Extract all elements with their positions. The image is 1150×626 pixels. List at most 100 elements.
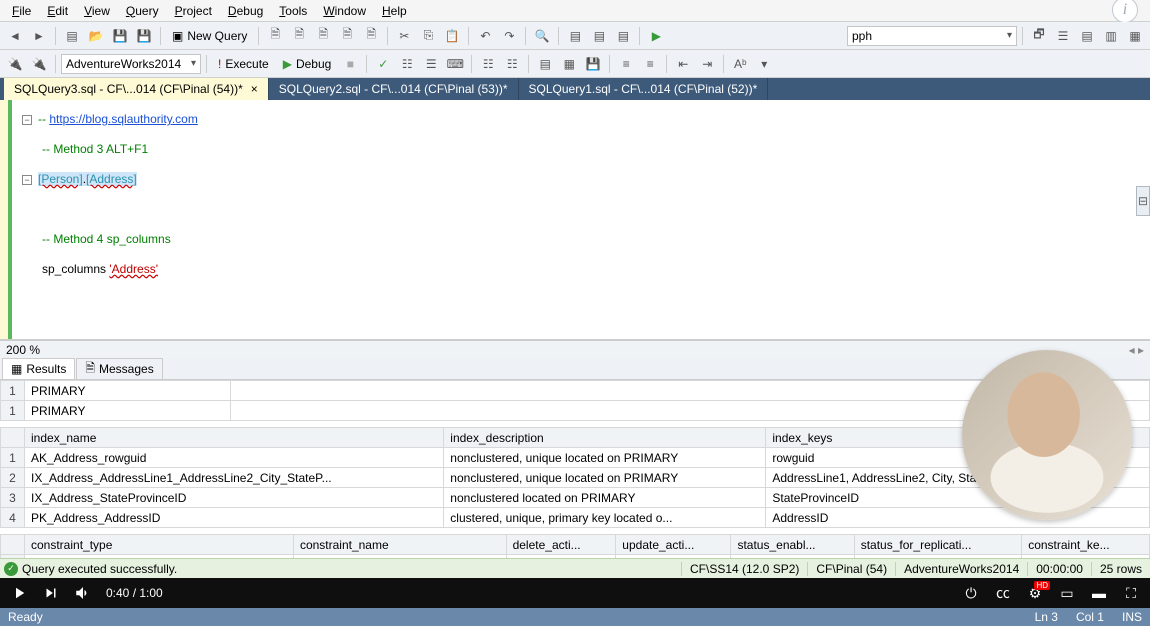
find-icon[interactable]: 🔍 (531, 25, 553, 47)
nav-back-icon[interactable]: ◄ (4, 25, 26, 47)
undo-icon[interactable]: ↶ (474, 25, 496, 47)
intellisense-icon[interactable]: ⌨ (444, 53, 466, 75)
cut-icon[interactable]: ✂ (393, 25, 415, 47)
captions-icon[interactable]: ㏄ (994, 584, 1012, 602)
video-time: 0:40 / 1:00 (106, 586, 163, 600)
results-grid-icon[interactable]: ▦ (558, 53, 580, 75)
col-constraint-type[interactable]: constraint_type (25, 535, 294, 555)
outline-icon[interactable]: ▾ (753, 53, 775, 75)
col-status-enabled[interactable]: status_enabl... (731, 535, 854, 555)
cell[interactable]: PRIMARY (25, 401, 231, 421)
col-status-replication[interactable]: status_for_replicati... (854, 535, 1021, 555)
tab-sqlquery1[interactable]: SQLQuery1.sql - CF\...014 (CF\Pinal (52)… (519, 78, 769, 100)
paste-icon[interactable]: 📋 (441, 25, 463, 47)
side-panel-handle[interactable]: ⊟ (1136, 186, 1150, 216)
results-file-icon[interactable]: 💾 (582, 53, 604, 75)
database-combo-value: AdventureWorks2014 (66, 57, 181, 71)
code-url-link[interactable]: https://blog.sqlauthority.com (49, 112, 198, 126)
registered-servers-icon[interactable]: ☰ (1052, 25, 1074, 47)
copy-icon[interactable]: ⎘ (417, 25, 439, 47)
properties-icon[interactable]: ▦ (1124, 25, 1146, 47)
col-constraint-keys[interactable]: constraint_ke... (1022, 535, 1150, 555)
template-icon[interactable]: ▥ (1100, 25, 1122, 47)
cancel-query-icon[interactable]: ■ (339, 53, 361, 75)
new-query-button[interactable]: ▣ New Query (166, 29, 253, 43)
results-text-icon[interactable]: ▤ (534, 53, 556, 75)
close-icon[interactable]: × (251, 82, 258, 96)
menu-tools[interactable]: Tools (271, 2, 315, 20)
decrease-indent-icon[interactable]: ⇤ (672, 53, 694, 75)
play-icon[interactable] (10, 584, 28, 602)
menu-file[interactable]: File (4, 2, 39, 20)
sql-editor[interactable]: −-- https://blog.sqlauthority.com -- Met… (0, 100, 1150, 340)
fullscreen-icon[interactable]: ⛶ (1122, 584, 1140, 602)
mdx-icon[interactable]: 🗎 (312, 25, 334, 47)
db-engine-query-icon[interactable]: 🗎 (264, 25, 286, 47)
col-delete-action[interactable]: delete_acti... (506, 535, 616, 555)
settings-icon[interactable]: ⚙HD (1026, 584, 1044, 602)
tab-sqlquery2[interactable]: SQLQuery2.sql - CF\...014 (CF\Pinal (53)… (269, 78, 519, 100)
comment-icon[interactable]: ▤ (564, 25, 586, 47)
redo-icon[interactable]: ↷ (498, 25, 520, 47)
database-combo[interactable]: AdventureWorks2014 (61, 54, 201, 74)
menu-help[interactable]: Help (374, 2, 415, 20)
theater-icon[interactable]: ▬ (1090, 584, 1108, 602)
include-stats-icon[interactable]: ☷ (501, 53, 523, 75)
next-icon[interactable] (42, 584, 60, 602)
grid-constraints[interactable]: constraint_type constraint_name delete_a… (0, 534, 1150, 558)
menu-edit[interactable]: Edit (39, 2, 76, 20)
specify-values-icon[interactable]: Aᵇ (729, 53, 751, 75)
menu-view[interactable]: View (76, 2, 118, 20)
object-explorer-icon[interactable]: ▤ (1076, 25, 1098, 47)
miniplayer-icon[interactable]: ▭ (1058, 584, 1076, 602)
col-update-action[interactable]: update_acti... (616, 535, 731, 555)
debug-button[interactable]: ▶ Debug (277, 57, 338, 71)
status-ready: Ready (8, 610, 43, 624)
cell[interactable]: PRIMARY (25, 381, 231, 401)
fold-icon[interactable]: − (22, 175, 32, 185)
dmx-icon[interactable]: 🗎 (336, 25, 358, 47)
parse-icon[interactable]: ✓ (372, 53, 394, 75)
indent-icon[interactable]: ▤ (612, 25, 634, 47)
toolbar-sql: 🔌 🔌 AdventureWorks2014 ! Execute ▶ Debug… (0, 50, 1150, 78)
save-icon[interactable]: 💾 (109, 25, 131, 47)
uncomment-icon[interactable]: ▤ (588, 25, 610, 47)
nav-fwd-icon[interactable]: ► (28, 25, 50, 47)
connect-icon[interactable]: 🔌 (4, 53, 26, 75)
volume-icon[interactable] (74, 584, 92, 602)
execute-icon: ! (218, 57, 221, 71)
code-area[interactable]: −-- https://blog.sqlauthority.com -- Met… (12, 100, 1150, 339)
autoplay-toggle-icon[interactable]: ⏻ (962, 584, 980, 602)
tab-sqlquery3[interactable]: SQLQuery3.sql - CF\...014 (CF\Pinal (54)… (4, 78, 269, 100)
change-connection-icon[interactable]: 🔌 (28, 53, 50, 75)
fold-icon[interactable]: − (22, 115, 32, 125)
menu-query[interactable]: Query (118, 2, 167, 20)
tab-messages[interactable]: 🗎 Messages (76, 358, 162, 379)
tab-sqlquery3-label: SQLQuery3.sql - CF\...014 (CF\Pinal (54)… (14, 82, 243, 96)
menu-debug[interactable]: Debug (220, 2, 271, 20)
start-icon[interactable]: ▶ (645, 25, 667, 47)
save-all-icon[interactable]: 💾 (133, 25, 155, 47)
tab-results[interactable]: ▦ Results (2, 358, 75, 379)
query-options-icon[interactable]: ☰ (420, 53, 442, 75)
col-constraint-name[interactable]: constraint_name (293, 535, 506, 555)
analysis-icon[interactable]: 🗎 (288, 25, 310, 47)
include-actual-plan-icon[interactable]: ☷ (477, 53, 499, 75)
uncomment-sel-icon[interactable]: ≡ (639, 53, 661, 75)
col-index-name[interactable]: index_name (25, 428, 444, 448)
estimated-plan-icon[interactable]: ☷ (396, 53, 418, 75)
open-file-icon[interactable]: 📂 (85, 25, 107, 47)
col-index-description[interactable]: index_description (444, 428, 766, 448)
zoom-level[interactable]: 200 % (6, 343, 40, 357)
info-icon[interactable]: i (1112, 0, 1138, 23)
comment-sel-icon[interactable]: ≡ (615, 53, 637, 75)
new-project-icon[interactable]: ▤ (61, 25, 83, 47)
xmla-icon[interactable]: 🗎 (360, 25, 382, 47)
increase-indent-icon[interactable]: ⇥ (696, 53, 718, 75)
quick-launch-input[interactable]: pph (847, 26, 1017, 46)
execute-button[interactable]: ! Execute (212, 57, 275, 71)
menu-project[interactable]: Project (167, 2, 220, 20)
activity-icon[interactable]: 🗗 (1028, 25, 1050, 47)
menu-window[interactable]: Window (315, 2, 374, 20)
toolbar-main: ◄ ► ▤ 📂 💾 💾 ▣ New Query 🗎 🗎 🗎 🗎 🗎 ✂ ⎘ 📋 … (0, 22, 1150, 50)
